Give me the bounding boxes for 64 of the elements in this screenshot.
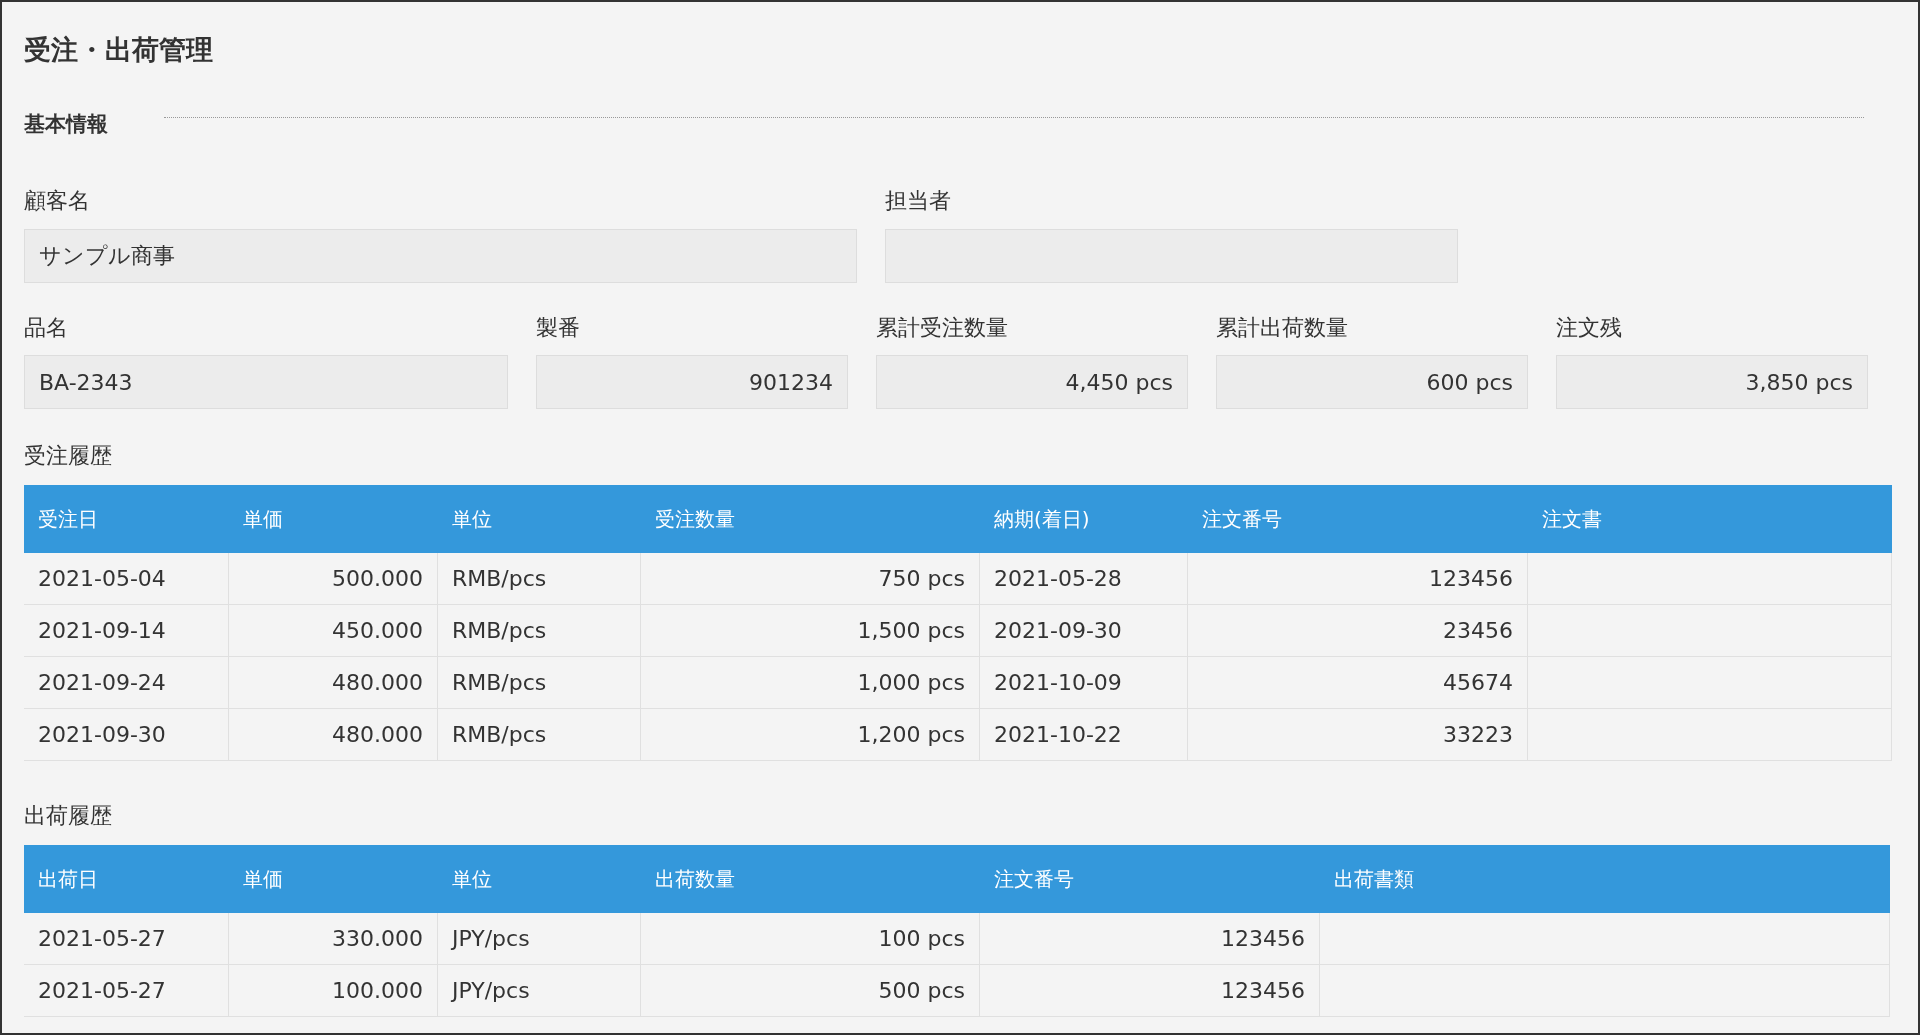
input-field[interactable]: 3,850 pcs <box>1556 355 1868 410</box>
table-cell: 2021-05-27 <box>24 965 229 1018</box>
table-cell: 2021-09-14 <box>24 605 229 658</box>
table-cell: 123456 <box>1188 553 1528 606</box>
table-cell: 2021-05-04 <box>24 553 229 606</box>
column-header: 単価 <box>229 485 438 554</box>
table-cell: 2021-05-28 <box>980 553 1188 606</box>
column-header: 出荷数量 <box>641 845 980 914</box>
column-header: 単位 <box>438 485 641 554</box>
table-cell: RMB/pcs <box>438 709 641 762</box>
column-header: 注文書 <box>1528 485 1892 554</box>
table-cell: 2021-09-30 <box>24 709 229 762</box>
table-cell: RMB/pcs <box>438 657 641 710</box>
table-cell: JPY/pcs <box>438 965 641 1018</box>
field-label: 担当者 <box>885 188 952 215</box>
table-title: 出荷履歴 <box>24 802 113 831</box>
table-cell: RMB/pcs <box>438 553 641 606</box>
table-cell: 23456 <box>1188 605 1528 658</box>
input-field[interactable]: 901234 <box>536 355 848 410</box>
column-header: 納期(着日) <box>980 485 1188 554</box>
table-cell: 33223 <box>1188 709 1528 762</box>
table-cell: 500.000 <box>229 553 438 606</box>
table-cell: 750 pcs <box>641 553 980 606</box>
table-cell: 2021-05-27 <box>24 913 229 966</box>
field-label: 製番 <box>536 314 581 342</box>
column-header: 単価 <box>229 845 438 914</box>
table-cell: 480.000 <box>229 657 438 710</box>
column-header: 注文番号 <box>980 845 1320 914</box>
page-title: 受注・出荷管理 <box>24 34 214 67</box>
table-cell: 480.000 <box>229 709 438 762</box>
field-label: 累計出荷数量 <box>1216 314 1349 342</box>
table-title: 受注履歴 <box>24 442 113 471</box>
field-label: 品名 <box>24 314 69 342</box>
table-cell: RMB/pcs <box>438 605 641 658</box>
table-cell: 2021-09-24 <box>24 657 229 710</box>
input-field[interactable]: 4,450 pcs <box>876 355 1188 410</box>
field-label: 注文残 <box>1556 314 1623 342</box>
table-cell: 2021-10-09 <box>980 657 1188 710</box>
column-header: 単位 <box>438 845 641 914</box>
field-label: 顧客名 <box>24 188 91 215</box>
column-header: 受注日 <box>24 485 229 554</box>
table-cell: 1,000 pcs <box>641 657 980 710</box>
column-header: 出荷日 <box>24 845 229 914</box>
table-cell: 1,200 pcs <box>641 709 980 762</box>
table-cell: 123456 <box>980 913 1320 966</box>
section-title: 基本情報 <box>24 111 109 139</box>
input-field[interactable]: 600 pcs <box>1216 355 1528 410</box>
table-cell: 45674 <box>1188 657 1528 710</box>
table-cell: 2021-09-30 <box>980 605 1188 658</box>
input-field[interactable]: BA-2343 <box>24 355 508 410</box>
field-label: 累計受注数量 <box>876 314 1009 342</box>
table-cell: 2021-10-22 <box>980 709 1188 762</box>
table-cell: 1,500 pcs <box>641 605 980 658</box>
table-cell: 450.000 <box>229 605 438 658</box>
input-field[interactable]: サンプル商事 <box>24 228 857 283</box>
table-cell: 330.000 <box>229 913 438 966</box>
table-cell: 100.000 <box>229 965 438 1018</box>
table-cell: JPY/pcs <box>438 913 641 966</box>
column-header: 受注数量 <box>641 485 980 554</box>
table-cell: 100 pcs <box>641 913 980 966</box>
column-header: 注文番号 <box>1188 485 1528 554</box>
table-cell: 500 pcs <box>641 965 980 1018</box>
column-header: 出荷書類 <box>1320 845 1890 914</box>
table-cell: 123456 <box>980 965 1320 1018</box>
